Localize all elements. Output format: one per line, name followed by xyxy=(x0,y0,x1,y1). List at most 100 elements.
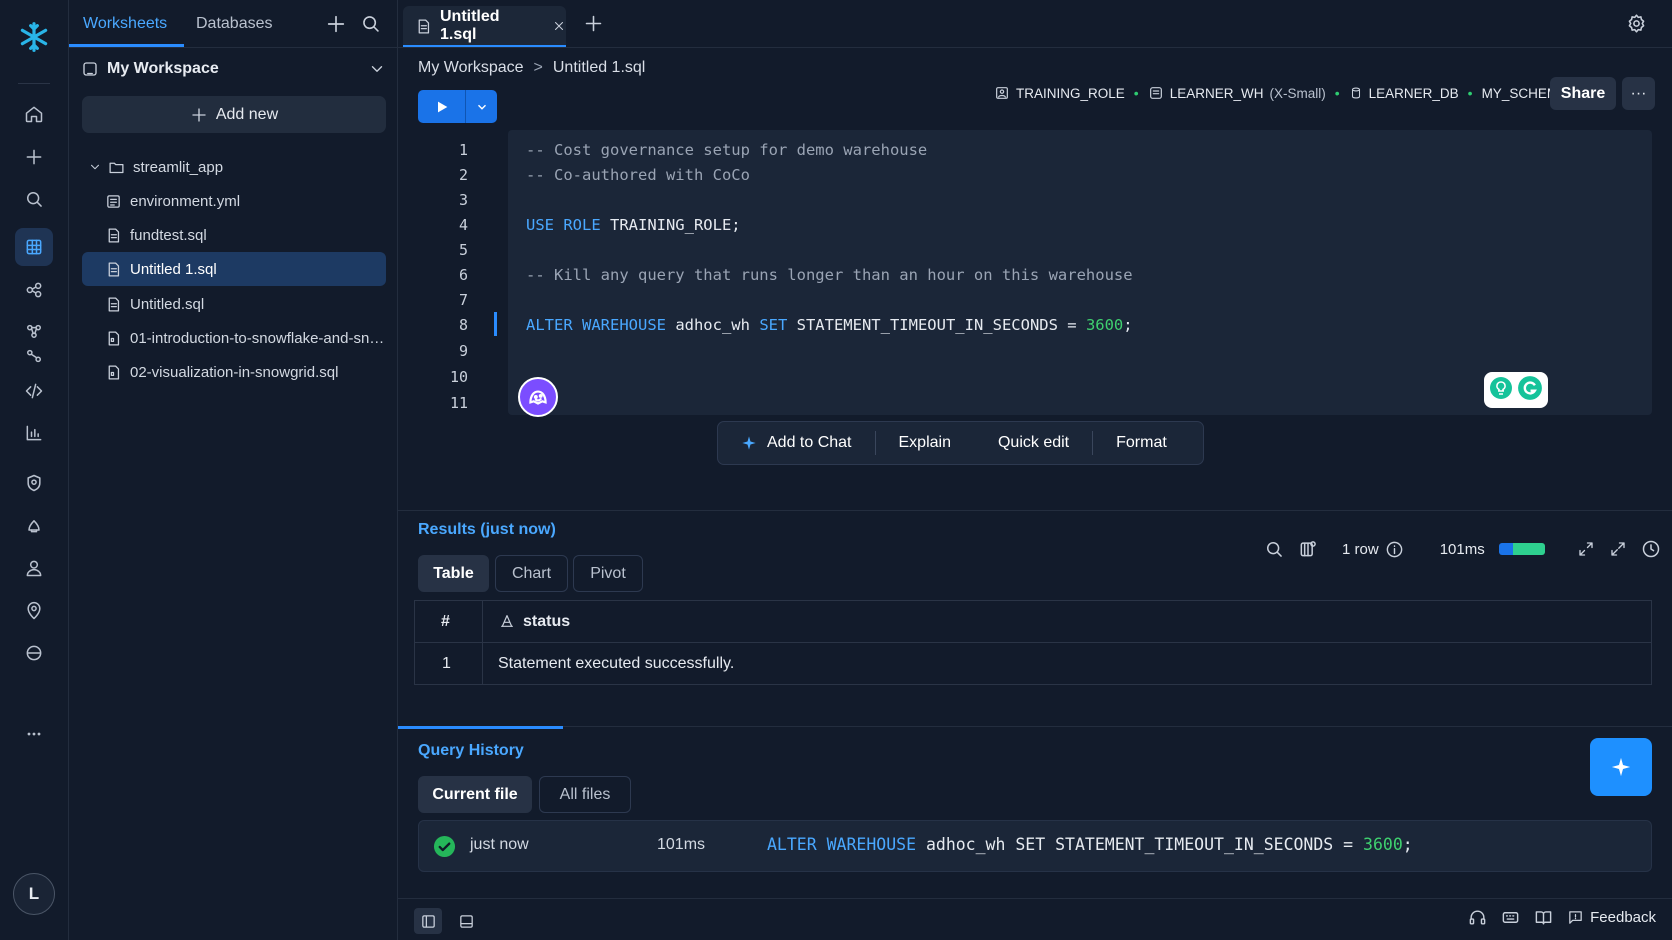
avatar[interactable]: L xyxy=(13,873,55,915)
data-icon[interactable] xyxy=(15,271,53,309)
column-header-status[interactable]: status xyxy=(523,613,570,631)
create-icon[interactable] xyxy=(15,138,53,176)
tree-file-01-introduction[interactable]: 01-introduction-to-snowflake-and-snowfl.… xyxy=(82,321,386,355)
breadcrumb-file: Untitled 1.sql xyxy=(552,59,646,76)
add-icon[interactable] xyxy=(325,13,347,35)
monitoring-icon[interactable] xyxy=(15,414,53,452)
role-selector[interactable]: TRAINING_ROLE xyxy=(1016,86,1125,101)
explain-button[interactable]: Explain xyxy=(876,429,974,457)
info-icon[interactable] xyxy=(1385,540,1404,559)
tab-worksheets[interactable]: Worksheets xyxy=(83,15,167,33)
file-tab-untitled-1[interactable]: Untitled 1.sql xyxy=(403,6,566,46)
share-button[interactable]: Share xyxy=(1550,77,1616,110)
file-tab-label: Untitled 1.sql xyxy=(440,8,500,43)
line-number: 4 xyxy=(458,216,468,234)
code-line-6: -- Kill any query that runs longer than … xyxy=(526,266,1133,284)
sql-number: 3600 xyxy=(1085,316,1124,334)
marketplace-icon[interactable] xyxy=(15,506,53,544)
code-area[interactable]: -- Cost governance setup for demo wareho… xyxy=(508,130,1652,417)
search-icon[interactable] xyxy=(1264,539,1284,559)
tab-table[interactable]: Table xyxy=(418,555,489,592)
maximize-icon[interactable] xyxy=(1609,540,1627,558)
warehouse-selector[interactable]: LEARNER_WH xyxy=(1170,86,1264,101)
sql-number: 3600 xyxy=(1363,835,1403,854)
tree-file-fundtest-sql[interactable]: fundtest.sql xyxy=(82,218,386,252)
tree-file-02-visualization[interactable]: 02-visualization-in-snowgrid.sql xyxy=(82,355,386,389)
file-icon xyxy=(105,227,122,244)
lightbulb-icon[interactable] xyxy=(1489,376,1513,404)
run-play-icon[interactable] xyxy=(418,90,466,123)
query-history-divider[interactable] xyxy=(398,726,1672,727)
home-icon[interactable] xyxy=(15,95,53,133)
tab-databases[interactable]: Databases xyxy=(196,15,273,33)
tree-folder-streamlit-app[interactable]: streamlit_app xyxy=(82,150,386,184)
feedback-link[interactable]: Feedback xyxy=(1590,909,1656,926)
bottom-panel-icon[interactable] xyxy=(452,908,480,934)
chevron-down-icon[interactable] xyxy=(368,60,386,78)
book-icon[interactable] xyxy=(1534,908,1553,927)
more-icon[interactable] xyxy=(15,715,53,753)
database-selector[interactable]: LEARNER_DB xyxy=(1369,86,1459,101)
status-cell[interactable]: Statement executed successfully. xyxy=(498,655,734,673)
quick-edit-button[interactable]: Quick edit xyxy=(975,429,1092,457)
tree-file-untitled-sql[interactable]: Untitled.sql xyxy=(82,287,386,321)
feedback-icon[interactable] xyxy=(1567,909,1584,926)
split-view-icon[interactable] xyxy=(414,908,442,934)
query-history-row[interactable]: just now 101ms ALTER WAREHOUSE adhoc_wh … xyxy=(418,820,1652,872)
chevron-down-icon[interactable] xyxy=(466,90,497,123)
search-icon[interactable] xyxy=(15,180,53,218)
worksheets-icon[interactable] xyxy=(15,228,53,266)
line-number: 10 xyxy=(449,368,468,386)
tree-file-environment-yml[interactable]: environment.yml xyxy=(82,184,386,218)
tree-item-label: 02-visualization-in-snowgrid.sql xyxy=(130,363,339,381)
column-header-index[interactable]: # xyxy=(441,613,450,631)
workspace-selector[interactable]: My Workspace xyxy=(81,56,386,82)
tab-chart[interactable]: Chart xyxy=(495,555,568,592)
tab-current-file[interactable]: Current file xyxy=(418,776,532,813)
session-context: TRAINING_ROLE • LEARNER_WH (X-Small) • L… xyxy=(994,78,1567,108)
gear-icon[interactable] xyxy=(1626,13,1647,34)
breadcrumb-workspace[interactable]: My Workspace xyxy=(418,59,524,77)
tab-all-files[interactable]: All files xyxy=(539,776,631,813)
add-to-chat-button[interactable]: Add to Chat xyxy=(718,429,875,457)
close-icon[interactable] xyxy=(552,19,566,33)
query-time: just now xyxy=(470,836,529,853)
run-button[interactable] xyxy=(418,90,497,123)
file-icon xyxy=(105,261,122,278)
code-icon[interactable] xyxy=(15,372,53,410)
catalog-icon[interactable] xyxy=(15,634,53,672)
more-options-button[interactable]: ··· xyxy=(1622,77,1655,110)
results-divider[interactable] xyxy=(398,510,1672,511)
add-new-button[interactable]: Add new xyxy=(82,96,386,133)
headset-icon[interactable] xyxy=(1468,908,1487,927)
role-icon xyxy=(994,85,1010,101)
snowflake-logo-icon[interactable] xyxy=(15,18,53,56)
expand-icon[interactable] xyxy=(1577,540,1595,558)
chevron-down-icon[interactable] xyxy=(88,160,102,174)
user-icon[interactable] xyxy=(15,549,53,587)
workspace-icon xyxy=(81,60,99,78)
new-tab-icon[interactable] xyxy=(583,13,604,34)
column-settings-icon[interactable] xyxy=(1298,539,1318,559)
coco-assistant-icon[interactable] xyxy=(518,377,558,417)
keyboard-icon[interactable] xyxy=(1501,908,1520,927)
sql-editor[interactable]: 1 2 3 4 5 6 7 8 9 10 11 -- Cost governan… xyxy=(418,130,1652,417)
search-icon[interactable] xyxy=(360,13,381,34)
sql-identifier: TRAINING_ROLE; xyxy=(600,216,741,234)
grammarly-widget[interactable] xyxy=(1484,372,1548,408)
tree-file-untitled-1-sql[interactable]: Untitled 1.sql xyxy=(82,252,386,286)
tab-pivot[interactable]: Pivot xyxy=(573,555,643,592)
copilot-button[interactable] xyxy=(1590,738,1652,796)
notebook-file-icon xyxy=(105,330,122,347)
grammarly-icon[interactable] xyxy=(1517,375,1543,405)
shield-icon[interactable] xyxy=(15,464,53,502)
location-icon[interactable] xyxy=(15,592,53,630)
ai-ml-secondary-icon[interactable] xyxy=(15,337,53,375)
sql-identifier: STATEMENT_TIMEOUT_IN_SECONDS = xyxy=(787,316,1086,334)
worksheet-sidebar: Worksheets Databases My Workspace Add ne… xyxy=(69,0,398,940)
tree-item-label: Untitled.sql xyxy=(130,295,205,313)
format-button[interactable]: Format xyxy=(1093,429,1190,457)
sql-keyword: ALTER WAREHOUSE xyxy=(526,316,666,334)
rail-divider xyxy=(18,83,50,84)
clock-icon[interactable] xyxy=(1641,539,1661,559)
